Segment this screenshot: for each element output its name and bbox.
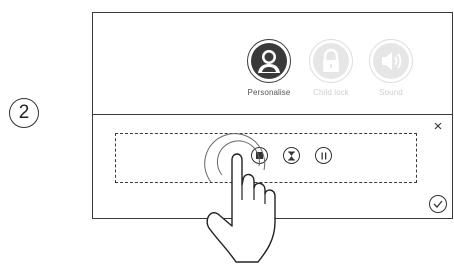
hourglass-icon: [288, 151, 295, 160]
menu-item-label: Personalise: [247, 88, 291, 97]
speaker-icon: [373, 43, 409, 79]
person-icon: [251, 43, 287, 79]
settings-menu: Personalise Child lock Sound: [93, 13, 452, 114]
pause-icon: [321, 152, 326, 159]
device-screen: Personalise Child lock Sound ×: [92, 12, 453, 219]
menu-item-sound[interactable]: Sound: [361, 39, 421, 97]
menu-item-child-lock[interactable]: Child lock: [301, 39, 361, 97]
speaker-icon-button[interactable]: [369, 39, 413, 83]
step-number-badge: 2: [9, 98, 39, 128]
menu-item-label: Child lock: [313, 88, 349, 97]
step-number: 2: [18, 102, 30, 123]
close-icon[interactable]: ×: [431, 119, 445, 134]
timer-button[interactable]: [283, 147, 300, 164]
checkmark-icon: [433, 200, 443, 208]
menu-item-label: Sound: [379, 88, 403, 97]
controls-area: [115, 133, 417, 183]
menu-item-personalise[interactable]: Personalise: [239, 39, 299, 97]
stop-icon: [256, 152, 263, 159]
lock-icon: [313, 43, 349, 79]
control-panel: ×: [93, 115, 452, 218]
person-icon-button[interactable]: [247, 39, 291, 83]
lock-icon-button[interactable]: [309, 39, 353, 83]
stop-button[interactable]: [251, 147, 268, 164]
confirm-button[interactable]: [429, 195, 447, 213]
pause-button[interactable]: [315, 147, 332, 164]
